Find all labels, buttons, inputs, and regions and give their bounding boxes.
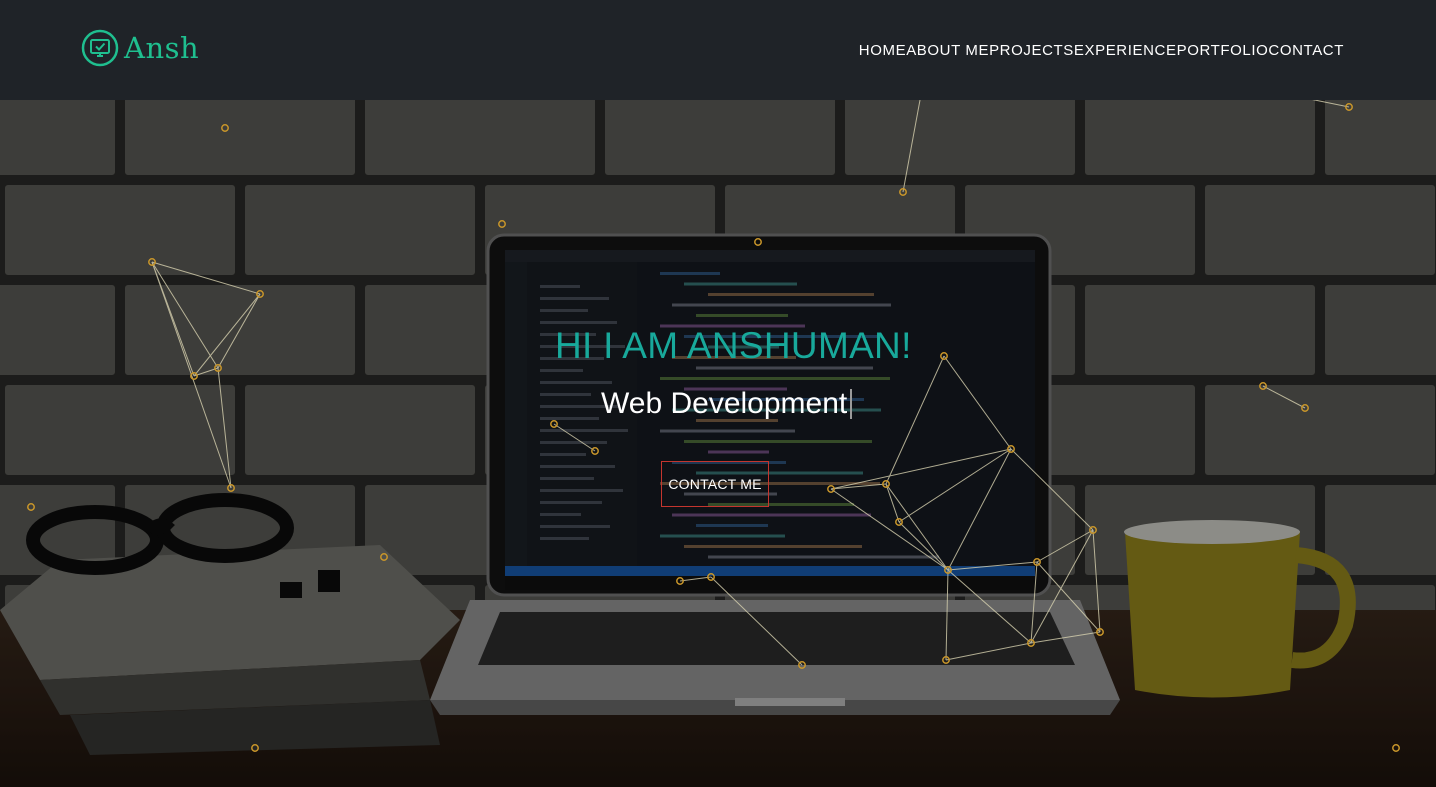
monitor-check-icon xyxy=(81,29,119,67)
brand-logo-link[interactable]: Ansh xyxy=(81,29,199,67)
nav-projects[interactable]: PROJECTS xyxy=(989,42,1074,59)
brand-name: Ansh xyxy=(124,31,200,65)
nav-menu: HOME ABOUT ME PROJECTS EXPERIENCE PORTFO… xyxy=(859,40,1344,62)
nav-about-me[interactable]: ABOUT ME xyxy=(906,42,989,59)
typed-subtitle: Web Development xyxy=(601,387,853,421)
nav-portfolio[interactable]: PORTFOLIO xyxy=(1177,42,1269,59)
nav-home[interactable]: HOME xyxy=(859,42,906,59)
top-navbar: Ansh HOME ABOUT ME PROJECTS EXPERIENCE P… xyxy=(0,0,1436,100)
typed-text: Web Development xyxy=(601,387,848,420)
hero-title: HI I AM ANSHUMAN! xyxy=(555,325,912,366)
hero-section: HI I AM ANSHUMAN! Web Development CONTAC… xyxy=(0,0,1436,787)
contact-me-button[interactable]: CONTACT ME xyxy=(661,461,769,507)
portfolio-page: Ansh HOME ABOUT ME PROJECTS EXPERIENCE P… xyxy=(0,0,1436,787)
typing-cursor xyxy=(850,389,853,419)
nav-experience[interactable]: EXPERIENCE xyxy=(1074,42,1177,59)
nav-contact[interactable]: CONTACT xyxy=(1268,42,1344,59)
